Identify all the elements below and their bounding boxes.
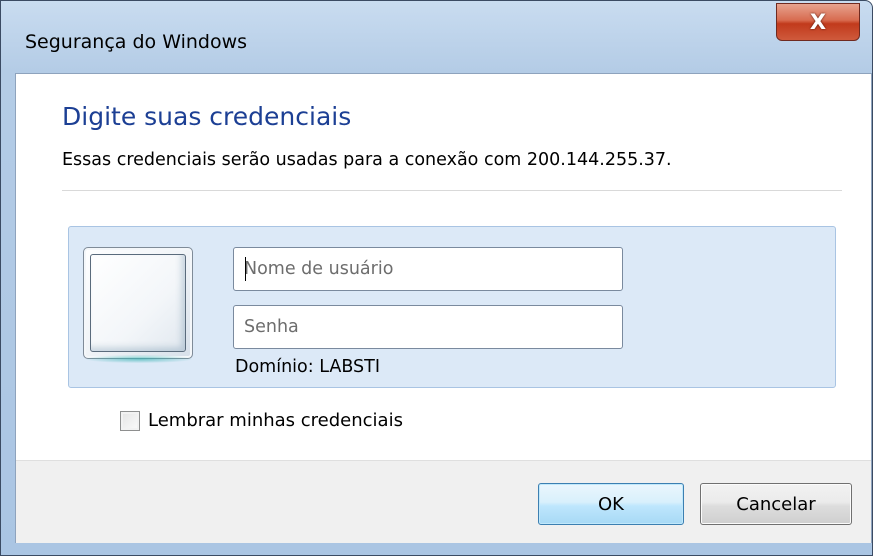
credential-tile-panel: Domínio: LABSTI [68,226,836,388]
user-tile-frame [90,254,186,352]
title-bar[interactable]: Segurança do Windows X [1,1,872,73]
username-input[interactable] [233,247,623,291]
remember-credentials-option[interactable]: Lembrar minhas credenciais [120,410,403,431]
remember-label: Lembrar minhas credenciais [148,410,403,431]
ok-button[interactable]: OK [538,483,684,525]
cancel-button[interactable]: Cancelar [700,483,852,525]
user-tile-icon [83,247,193,363]
dialog-heading: Digite suas credenciais [62,102,352,131]
close-button[interactable]: X [776,3,860,41]
text-caret [245,257,246,281]
window-title: Segurança do Windows [25,31,248,53]
domain-label: Domínio: LABSTI [235,357,380,377]
credentials-dialog: Segurança do Windows X Digite suas crede… [0,0,873,556]
user-tile-glow [86,355,192,363]
button-bar: OK Cancelar [16,460,871,543]
dialog-description: Essas credenciais serão usadas para a co… [62,150,672,170]
password-input[interactable] [233,305,623,349]
dialog-body: Digite suas credenciais Essas credenciai… [15,73,872,543]
remember-checkbox[interactable] [120,410,140,431]
separator [62,190,842,191]
close-icon: X [809,10,827,34]
